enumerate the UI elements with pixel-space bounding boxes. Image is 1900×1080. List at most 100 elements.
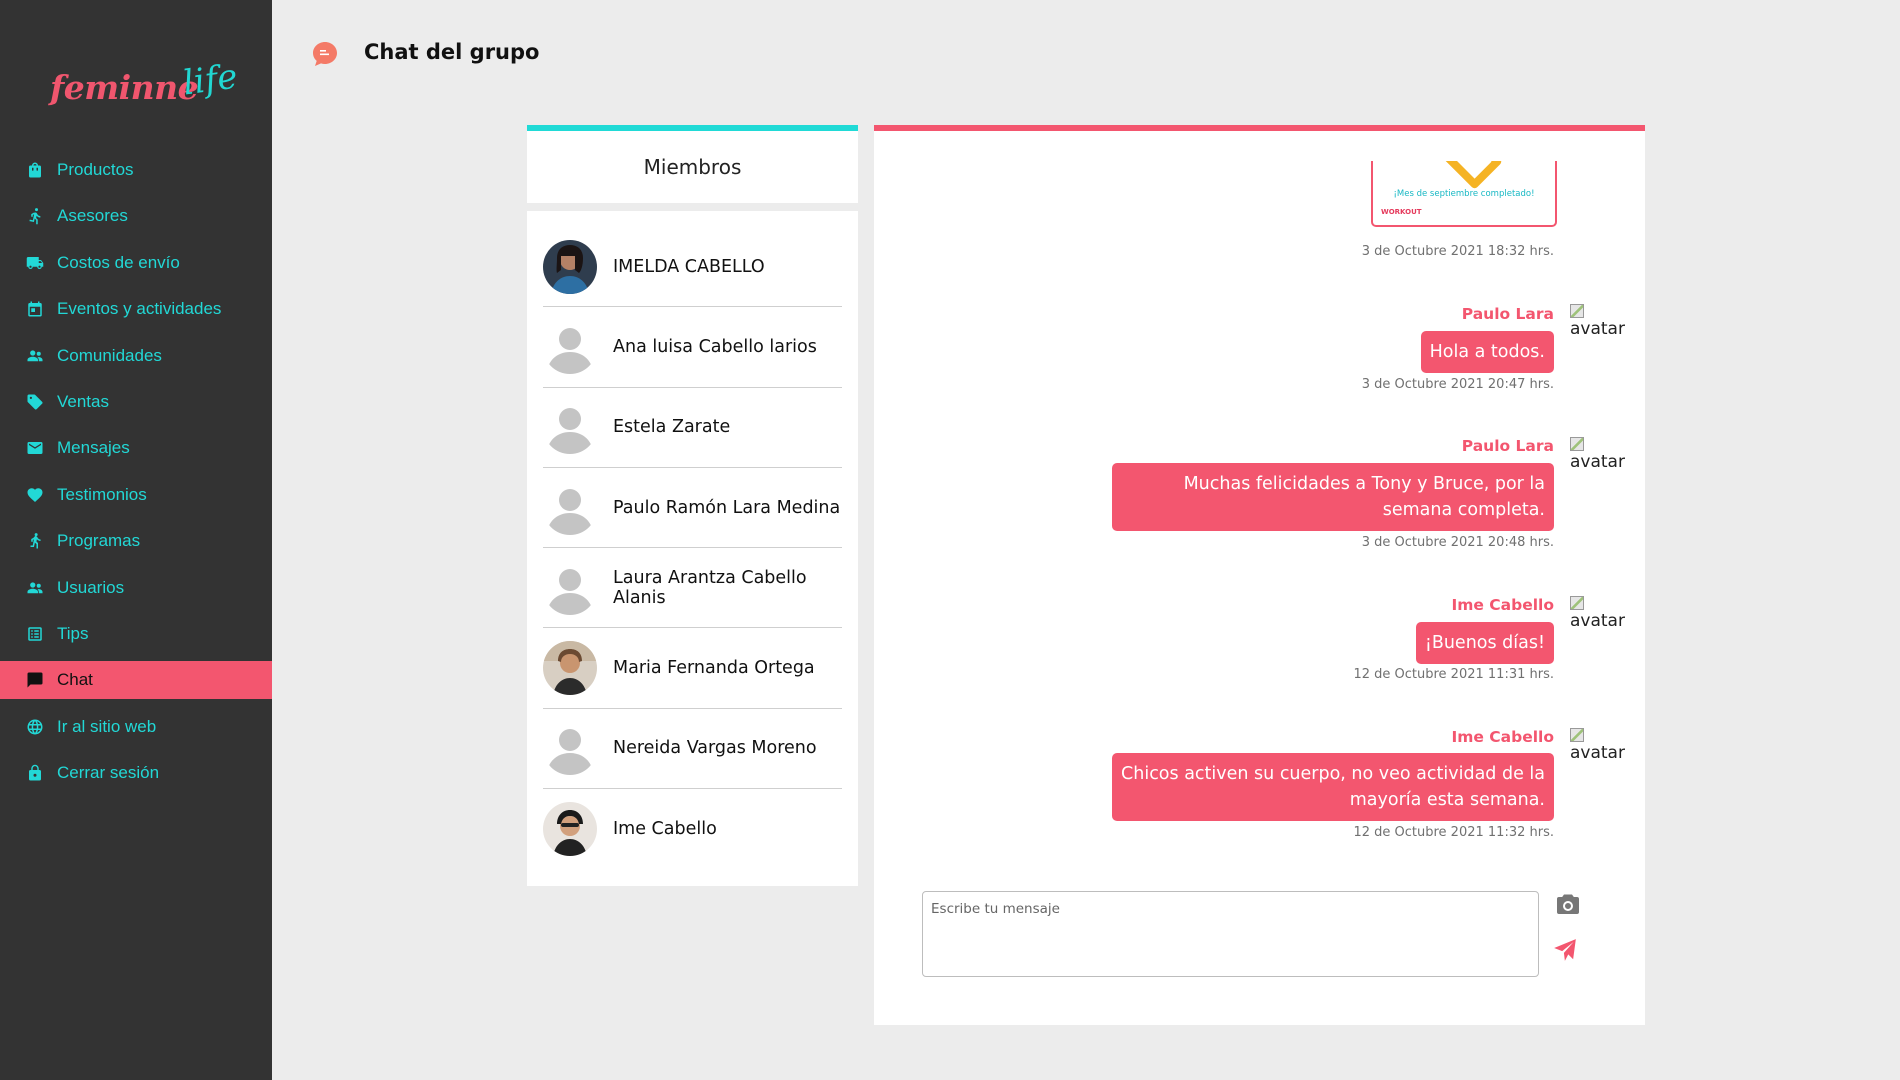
member-item[interactable]: IMELDA CABELLO [543,227,842,308]
member-item[interactable]: Ana luisa Cabello larios [543,307,842,388]
sidebar-item-label: Productos [57,160,134,179]
message-input[interactable]: Escribe tu mensaje [922,891,1539,977]
message-bubble: Muchas felicidades a Tony y Bruce, por l… [1112,463,1554,531]
heart-icon [27,487,43,502]
sidebar-item-label: Eventos y actividades [57,299,222,319]
sidebar-item-testimonios[interactable]: Testimonios [0,476,272,514]
sidebar-item-programas[interactable]: Programas [0,522,272,560]
sidebar-item-productos[interactable]: Productos [0,151,272,189]
message-image-attachment[interactable]: ¡Mes de septiembre completado! WORKOUT [1371,161,1557,227]
avatar-alt-text: avatar [1570,452,1625,472]
people-icon [27,581,43,593]
sidebar-item-label: Ventas [57,391,109,411]
sidebar-item-label: Usuarios [57,577,125,597]
broken-image-icon [1570,728,1584,742]
member-avatar-placeholder [543,721,597,776]
chat-bubble-icon [313,42,337,66]
sidebar-item-label: Ir al sitio web [57,716,157,736]
members-title: Miembros [527,125,858,203]
member-name: Laura Arantza Cabello Alanis [613,567,807,608]
member-item[interactable]: Ime Cabello [543,789,842,869]
shopping-bag-icon [29,162,41,178]
message-avatar: avatar [1570,728,1625,763]
page-title: Chat del grupo [364,40,540,64]
sidebar-item-label: Tips [57,623,89,643]
sidebar-item-mensajes[interactable]: Mensajes [0,429,272,467]
broken-image-icon [1570,304,1584,318]
message-sender: Ime Cabello [1451,728,1554,746]
avatar-alt-text: avatar [1570,743,1625,763]
member-avatar-placeholder [543,400,597,455]
message-sender: Paulo Lara [1461,305,1554,323]
envelope-icon [27,442,43,455]
member-item[interactable]: Nereida Vargas Moreno [543,709,842,790]
sidebar: feminne life Productos Asesores Costos d… [0,0,272,1080]
member-name: IMELDA CABELLO [613,256,765,277]
member-avatar-placeholder [543,560,597,615]
sidebar-item-cerrar-sesion[interactable]: Cerrar sesión [0,754,272,792]
members-list: IMELDA CABELLO Ana luisa Cabello larios … [527,211,858,886]
member-item[interactable]: Estela Zarate [543,388,842,468]
message-sender: Ime Cabello [1451,596,1554,614]
member-name: Nereida Vargas Moreno [613,738,817,759]
sidebar-item-chat[interactable]: Chat [0,661,272,700]
member-name: Ana luisa Cabello larios [613,336,817,357]
sidebar-item-asesores[interactable]: Asesores [0,197,272,235]
message-sender: Paulo Lara [1461,437,1554,455]
message-avatar: avatar [1570,596,1625,631]
list-icon [28,627,42,641]
lock-icon [29,764,41,781]
message-bubble: Hola a todos. [1420,331,1554,373]
member-avatar-photo [543,239,597,294]
member-name: Ime Cabello [613,819,717,840]
sidebar-item-label: Comunidades [57,345,162,365]
camera-icon[interactable] [1556,893,1580,915]
message-timestamp: 12 de Octubre 2021 11:32 hrs. [1353,825,1554,840]
truck-icon [26,256,44,269]
sidebar-item-tips[interactable]: Tips [0,615,272,653]
message-bubble: Chicos activen su cuerpo, no veo activid… [1112,753,1554,821]
members-panel: Miembros IMELDA CABELLO Ana luisa Cabell… [527,125,858,886]
tag-icon [27,394,43,410]
message-bubble: ¡Buenos días! [1415,622,1554,664]
message-avatar: avatar [1570,304,1625,339]
message-timestamp: 3 de Octubre 2021 20:48 hrs. [1361,535,1554,550]
broken-image-icon [1570,596,1584,610]
image-caption: ¡Mes de septiembre completado! [1393,189,1535,199]
sidebar-item-label: Asesores [57,206,128,226]
avatar-alt-text: avatar [1570,319,1625,339]
send-icon[interactable] [1552,937,1578,963]
sidebar-item-label: Cerrar sesión [57,763,160,783]
member-name: Paulo Ramón Lara Medina [613,497,841,518]
chat-panel: ¡Mes de septiembre completado! WORKOUT 3… [874,125,1645,1025]
sidebar-item-comunidades[interactable]: Comunidades [0,337,272,375]
sidebar-item-eventos[interactable]: Eventos y actividades [0,290,272,328]
member-item[interactable]: Paulo Ramón Lara Medina [543,468,842,549]
member-avatar-placeholder [543,480,597,535]
sidebar-item-label: Testimonios [57,484,147,504]
brand-logo[interactable]: feminne life [50,56,240,126]
member-item[interactable]: Laura Arantza Cabello Alanis [543,548,842,629]
sidebar-item-usuarios[interactable]: Usuarios [0,569,272,607]
sidebar-item-sitio-web[interactable]: Ir al sitio web [0,708,272,746]
member-avatar-placeholder [543,319,597,374]
calendar-icon [28,301,42,317]
message-timestamp: 3 de Octubre 2021 20:47 hrs. [1361,377,1554,392]
sidebar-item-label: Costos de envío [57,252,180,272]
brand-logo-part1: feminne [50,68,199,107]
image-graphic [1425,161,1503,190]
member-item[interactable]: Maria Fernanda Ortega [543,628,842,709]
broken-image-icon [1570,437,1584,451]
member-name: Maria Fernanda Ortega [613,658,815,679]
brand-logo-part2: life [180,56,240,104]
avatar-alt-text: avatar [1570,611,1625,631]
member-name: Estela Zarate [613,417,731,438]
walking-person-icon [30,533,41,549]
globe-icon [27,719,43,735]
sidebar-item-ventas[interactable]: Ventas [0,383,272,421]
sidebar-item-label: Chat [57,670,93,690]
sidebar-item-costos-envio[interactable]: Costos de envío [0,244,272,282]
image-brand-text: WORKOUT [1381,208,1422,216]
member-avatar-photo [543,641,597,696]
people-icon [27,349,43,361]
